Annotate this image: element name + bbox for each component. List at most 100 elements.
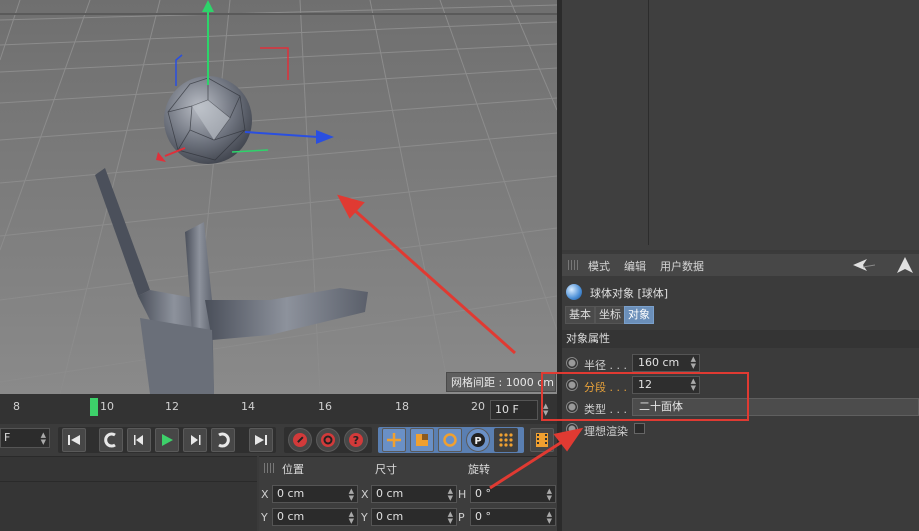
rotation-header: 旋转	[468, 463, 490, 476]
panel-grip-icon[interactable]	[264, 463, 276, 473]
tab-basic[interactable]: 基本	[565, 306, 595, 324]
parameter-icon: P	[471, 433, 485, 447]
attribute-menubar: 模式 编辑 用户数据	[562, 254, 919, 276]
position-y-value: 0 cm	[277, 510, 305, 523]
prop-radius: 半径 . . . 160 cm ▲ ▼	[566, 354, 916, 374]
tick-label: 8	[13, 400, 20, 413]
go-to-start-button[interactable]	[62, 428, 86, 452]
svg-text:P: P	[474, 436, 481, 447]
menu-user-data[interactable]: 用户数据	[660, 258, 704, 274]
timeline-playhead[interactable]	[90, 398, 98, 416]
film-icon	[536, 433, 548, 447]
animate-radio-icon[interactable]	[566, 357, 578, 369]
key-scale-button[interactable]	[410, 428, 434, 452]
prop-ideal-render-label: 理想渲染	[584, 425, 628, 438]
start-frame-value: F	[4, 431, 11, 444]
annotation-highlight-box	[541, 372, 749, 421]
go-to-end-button[interactable]	[249, 428, 273, 452]
rotation-h-value: 0 °	[475, 487, 491, 500]
position-header: 位置	[282, 463, 304, 476]
prev-key-button[interactable]	[99, 428, 123, 452]
spinner-icon[interactable]: ▲ ▼	[448, 511, 453, 525]
prev-frame-icon	[134, 435, 143, 445]
tick-label: 16	[318, 400, 332, 413]
position-y-field[interactable]: 0 cm ▲ ▼	[272, 508, 358, 526]
ideal-render-checkbox[interactable]	[634, 423, 645, 434]
rotation-h-field[interactable]: 0 ° ▲ ▼	[470, 485, 556, 503]
prev-key-icon	[104, 432, 116, 448]
back-arrow-icon[interactable]	[853, 258, 875, 272]
svg-text:?: ?	[353, 434, 359, 447]
axis-label: H	[458, 488, 467, 501]
coordinates-manager: 位置 尺寸 旋转 X 0 cm ▲ ▼ X 0 cm ▲ ▼ H 0 ° ▲ ▼ Y 0 c…	[0, 456, 557, 531]
spinner-icon[interactable]: ▲ ▼	[448, 488, 453, 502]
rotate-icon	[443, 433, 457, 447]
start-frame-field[interactable]: F ▲ ▼	[0, 428, 50, 448]
spinner-icon[interactable]: ▲ ▼	[691, 356, 696, 370]
key-position-button[interactable]	[382, 428, 406, 452]
3d-viewport[interactable]: 网格间距 : 1000 cm	[0, 0, 557, 394]
spinner-icon[interactable]: ▲ ▼	[41, 432, 46, 446]
grid-spacing-readout: 网格间距 : 1000 cm	[446, 372, 556, 392]
size-x-field[interactable]: 0 cm ▲ ▼	[371, 485, 457, 503]
object-title: 球体对象 [球体]	[590, 287, 669, 300]
next-key-button[interactable]	[211, 428, 235, 452]
object-manager-column-divider	[648, 0, 649, 245]
scale-icon	[416, 434, 428, 446]
coordinates-panel: 位置 尺寸 旋转 X 0 cm ▲ ▼ X 0 cm ▲ ▼ H 0 ° ▲ ▼ Y 0 c…	[259, 456, 557, 531]
spinner-icon[interactable]: ▲ ▼	[349, 511, 354, 525]
prop-ideal-render: 理想渲染	[566, 420, 916, 440]
auto-key-icon	[321, 433, 335, 447]
tab-object[interactable]: 对象	[624, 306, 654, 324]
axis-label: Y	[361, 511, 368, 524]
grid-dots-icon	[499, 433, 513, 447]
timeline-ruler[interactable]: 8 10 12 14 16 18 20 10 F ▲ ▼	[0, 394, 557, 424]
next-frame-icon	[191, 435, 201, 445]
end-frame-field[interactable]: 10 F	[490, 400, 538, 420]
record-key-button[interactable]	[288, 428, 312, 452]
key-pla-button[interactable]	[494, 428, 518, 452]
tick-label: 18	[395, 400, 409, 413]
axis-label: P	[458, 511, 465, 524]
spinner-icon[interactable]: ▲ ▼	[547, 488, 552, 502]
position-x-value: 0 cm	[277, 487, 305, 500]
tick-label: 12	[165, 400, 179, 413]
up-arrow-icon[interactable]	[897, 257, 913, 273]
question-icon: ?	[349, 433, 363, 447]
spinner-icon[interactable]: ▲ ▼	[349, 488, 354, 502]
play-button[interactable]	[155, 428, 179, 452]
panel-grip-icon[interactable]	[568, 260, 580, 270]
key-rotation-button[interactable]	[438, 428, 462, 452]
timeline-window-button[interactable]	[530, 428, 554, 452]
prop-radius-label: 半径 . . .	[584, 359, 627, 372]
animate-radio-icon[interactable]	[566, 423, 578, 435]
tick-label: 14	[241, 400, 255, 413]
size-y-field[interactable]: 0 cm ▲ ▼	[371, 508, 457, 526]
key-parameter-button[interactable]: P	[466, 428, 490, 452]
go-to-start-icon	[68, 435, 80, 445]
sphere-icon	[566, 284, 582, 300]
section-header: 对象属性	[562, 330, 919, 348]
next-frame-button[interactable]	[183, 428, 207, 452]
tick-label: 10	[100, 400, 114, 413]
rotation-p-field[interactable]: 0 ° ▲ ▼	[470, 508, 556, 526]
size-x-value: 0 cm	[376, 487, 404, 500]
axis-label: X	[361, 488, 369, 501]
prev-frame-button[interactable]	[127, 428, 151, 452]
menu-mode[interactable]: 模式	[588, 258, 610, 274]
position-x-field[interactable]: 0 cm ▲ ▼	[272, 485, 358, 503]
key-help-button[interactable]: ?	[344, 428, 368, 452]
tick-label: 20	[471, 400, 485, 413]
spinner-icon[interactable]: ▲ ▼	[547, 511, 552, 525]
play-icon	[162, 434, 173, 446]
radius-field[interactable]: 160 cm ▲ ▼	[632, 354, 700, 372]
rotation-p-value: 0 °	[475, 510, 491, 523]
auto-key-button[interactable]	[316, 428, 340, 452]
axis-label: Y	[261, 511, 268, 524]
material-manager-panel[interactable]	[0, 456, 257, 531]
tab-coord[interactable]: 坐标	[595, 306, 625, 324]
key-icon	[293, 433, 307, 447]
move-icon	[387, 433, 401, 447]
object-manager-panel[interactable]	[562, 0, 919, 250]
menu-edit[interactable]: 编辑	[624, 258, 646, 274]
